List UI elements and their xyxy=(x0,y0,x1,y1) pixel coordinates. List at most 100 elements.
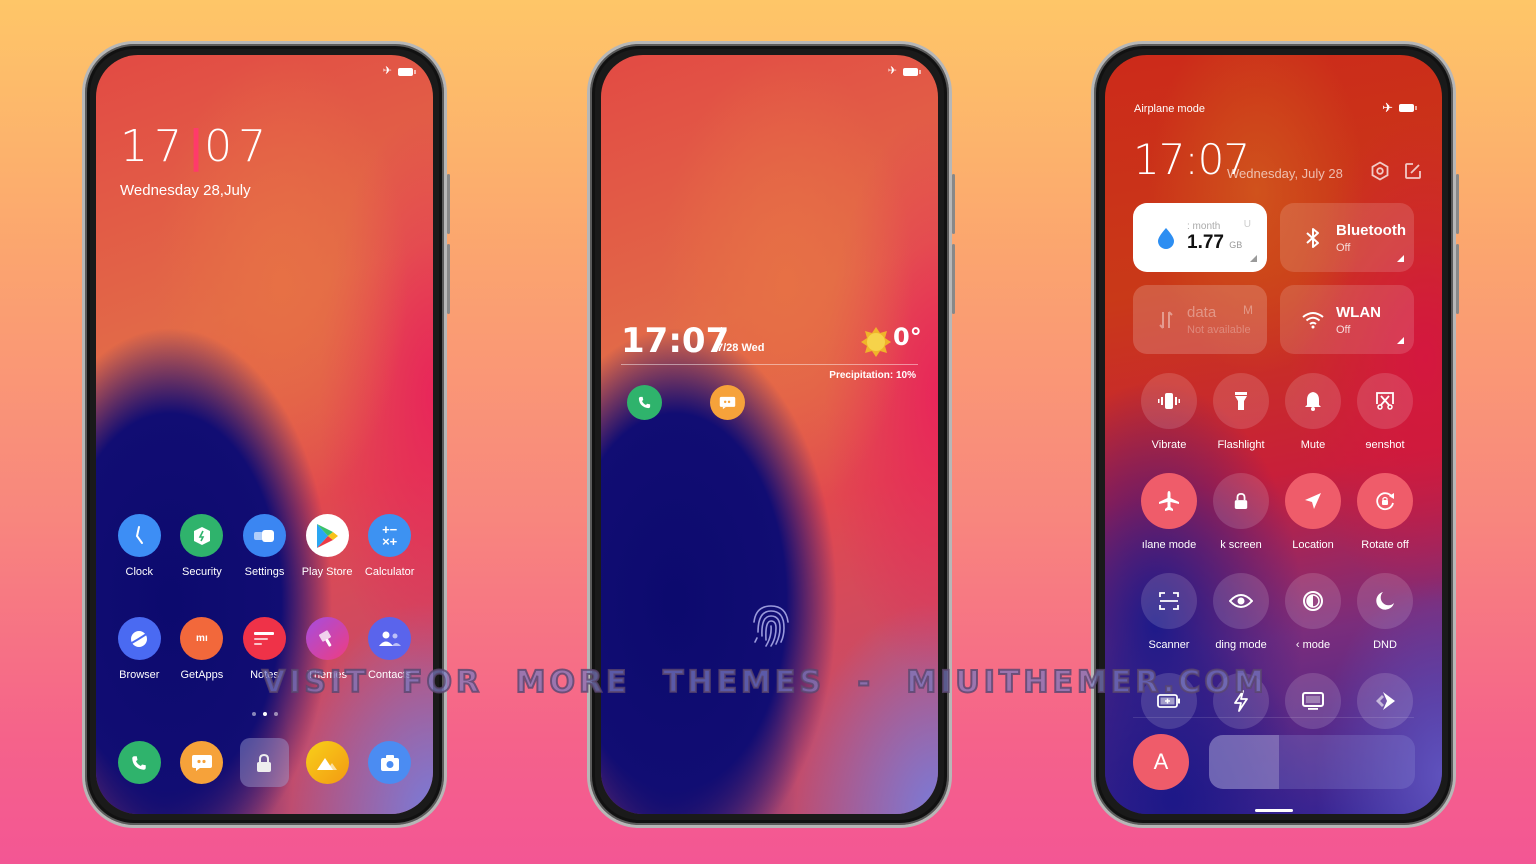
control-center: Airplane mode ✈ 17:07 Wednesday, July 28… xyxy=(1105,55,1442,814)
settings-gear-icon[interactable] xyxy=(1370,161,1390,181)
app-notes[interactable]: Notes xyxy=(233,617,296,681)
wallpaper xyxy=(601,55,938,814)
camera-icon[interactable] xyxy=(368,741,412,784)
app-contacts[interactable]: Contacts xyxy=(358,617,421,681)
app-play-store[interactable]: Play Store xyxy=(296,514,359,578)
widget-divider xyxy=(621,364,918,365)
app-label: Themes xyxy=(307,669,347,681)
app-browser[interactable]: Browser xyxy=(108,617,171,681)
home-indicator[interactable] xyxy=(1255,809,1293,812)
dock xyxy=(108,738,421,787)
edit-icon[interactable] xyxy=(1403,161,1423,181)
page-dot[interactable] xyxy=(273,712,278,716)
messages-icon[interactable] xyxy=(180,741,224,784)
toggle-dnd[interactable]: DND xyxy=(1349,573,1421,652)
toggle-label: Mute xyxy=(1300,439,1326,451)
data-usage-tile[interactable]: : month 1.77 GB U xyxy=(1133,203,1267,272)
sun-icon xyxy=(861,327,891,357)
cc-date: Wednesday, July 28 xyxy=(1227,166,1343,181)
mi-share-icon xyxy=(1357,673,1413,729)
tile-extra: M xyxy=(1243,303,1253,317)
airplane-icon: ✈ xyxy=(887,65,897,77)
tile-title: WLAN xyxy=(1336,303,1381,321)
lock-screen: ✈ 17:07 7/28 Wed 0° Precipitation: 10% xyxy=(601,55,938,814)
toggle-screenshot[interactable]: ɘenshot xyxy=(1349,373,1421,452)
toggle-flashlight[interactable]: Flashlight xyxy=(1205,373,1277,452)
water-drop-icon xyxy=(1153,227,1179,249)
app-label: Play Store xyxy=(301,566,353,578)
toggle-dark-mode[interactable]: ‹ mode xyxy=(1277,573,1349,652)
airplane-mode-label: Airplane mode xyxy=(1134,103,1205,115)
toggle-location[interactable]: Location xyxy=(1277,473,1349,552)
toggle-airplane-mode[interactable]: ılane mode xyxy=(1133,473,1205,552)
toggle-lock-screen[interactable]: k screen xyxy=(1205,473,1277,552)
tile-status: Not available xyxy=(1187,323,1251,336)
messages-shortcut[interactable] xyxy=(710,385,745,420)
contacts-icon xyxy=(368,617,412,660)
toggle-rotate[interactable]: Rotate off xyxy=(1349,473,1421,552)
app-clock[interactable]: Clock xyxy=(108,514,171,578)
weather-temperature: 0° xyxy=(893,323,922,351)
tile-status: Off xyxy=(1336,241,1351,254)
data-unit: GB xyxy=(1229,240,1243,250)
brightness-slider[interactable] xyxy=(1209,735,1415,789)
app-label: Notes xyxy=(250,669,279,681)
phone-icon[interactable] xyxy=(117,741,161,784)
gallery-icon[interactable] xyxy=(305,741,349,784)
app-themes[interactable]: Themes xyxy=(296,617,359,681)
clock-minutes: 07 xyxy=(204,121,273,172)
time-divider xyxy=(721,327,722,336)
calculator-icon: +− ×+ xyxy=(368,514,412,557)
page-dot-active[interactable] xyxy=(262,712,267,716)
battery-icon xyxy=(398,67,416,76)
app-calculator[interactable]: +− ×+ Calculator xyxy=(358,514,421,578)
app-grid-row-1: Clock Security Settings Play Store +− ×+… xyxy=(108,514,421,578)
toggle-label: Vibrate xyxy=(1151,439,1187,451)
toggle-label: Location xyxy=(1292,539,1334,551)
fingerprint-icon[interactable] xyxy=(746,602,796,650)
bluetooth-icon xyxy=(1300,227,1326,249)
toggle-label: ding mode xyxy=(1215,639,1267,651)
security-icon xyxy=(180,514,224,557)
tile-status: Off xyxy=(1336,323,1351,336)
battery-icon xyxy=(903,67,921,76)
toggle-scanner[interactable]: Scanner xyxy=(1133,573,1205,652)
lock-icon xyxy=(1213,473,1269,529)
app-security[interactable]: Security xyxy=(171,514,234,578)
clock-separator: | xyxy=(188,121,205,172)
wlan-tile[interactable]: WLAN Off xyxy=(1280,285,1414,354)
page-dot[interactable] xyxy=(251,712,256,716)
scanner-icon xyxy=(1141,573,1197,629)
mobile-data-icon xyxy=(1153,310,1179,330)
app-label: Browser xyxy=(119,669,160,681)
tile-title: Bluetooth xyxy=(1336,221,1406,239)
auto-brightness-button[interactable]: A xyxy=(1133,734,1189,790)
bluetooth-tile[interactable]: Bluetooth Off xyxy=(1280,203,1414,272)
app-getapps[interactable]: mı GetApps xyxy=(171,617,234,681)
toggle-mute[interactable]: Mute xyxy=(1277,373,1349,452)
vibrate-icon xyxy=(1141,373,1197,429)
expand-corner-icon xyxy=(1397,337,1404,344)
bell-icon xyxy=(1285,373,1341,429)
phone-shortcut[interactable] xyxy=(627,385,662,420)
app-label: Contacts xyxy=(367,669,412,681)
app-settings[interactable]: Settings xyxy=(233,514,296,578)
page-indicator[interactable] xyxy=(96,712,433,716)
messages-icon xyxy=(719,396,736,409)
toggle-vibrate[interactable]: Vibrate xyxy=(1133,373,1205,452)
location-icon xyxy=(1285,473,1341,529)
moon-icon xyxy=(1357,573,1413,629)
toggle-label: ‹ mode xyxy=(1295,639,1331,651)
clock-widget[interactable]: 17|07 xyxy=(120,121,272,172)
lock-icon[interactable] xyxy=(239,738,289,787)
quick-toggles: Vibrate Flashlight Mute ɘenshot ılane mo… xyxy=(1133,373,1421,752)
toggle-label: Rotate off xyxy=(1361,539,1409,551)
toggle-reading-mode[interactable]: ding mode xyxy=(1205,573,1277,652)
mobile-data-tile[interactable]: data Not available M xyxy=(1133,285,1267,354)
app-label: Settings xyxy=(244,566,285,578)
themes-icon xyxy=(305,617,349,660)
wifi-icon xyxy=(1300,311,1326,329)
expand-corner-icon xyxy=(1250,255,1257,262)
dark-mode-icon xyxy=(1285,573,1341,629)
clock-icon xyxy=(117,514,161,557)
